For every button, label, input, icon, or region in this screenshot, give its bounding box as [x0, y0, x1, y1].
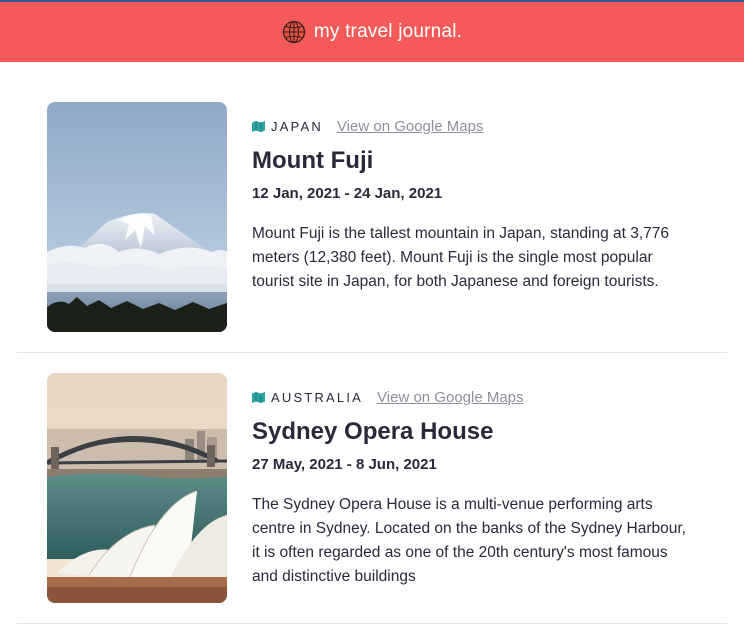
country-label: AUSTRALIA — [271, 389, 364, 405]
sydney-opera-house-image — [47, 373, 227, 603]
entry-divider — [17, 352, 727, 353]
google-maps-link[interactable]: View on Google Maps — [337, 118, 483, 135]
globe-icon — [282, 20, 306, 44]
location-row: AUSTRALIA View on Google Maps — [252, 387, 712, 407]
place-description: The Sydney Opera House is a multi-venue … — [252, 496, 686, 585]
travel-dates: 27 May, 2021 - 8 Jun, 2021 — [252, 456, 437, 473]
place-title: Mount Fuji — [252, 147, 374, 174]
mount-fuji-photo — [47, 102, 227, 332]
sydney-opera-house-photo — [47, 373, 227, 603]
app-title: my travel journal. — [313, 21, 463, 42]
entry-info: JAPAN View on Google Maps Mount Fuji 12 … — [252, 102, 712, 294]
map-icon — [252, 391, 265, 403]
entry-info: AUSTRALIA View on Google Maps Sydney Ope… — [252, 373, 712, 589]
app-header: my travel journal. — [0, 2, 744, 62]
place-title: Sydney Opera House — [252, 418, 494, 445]
location-row: JAPAN View on Google Maps — [252, 116, 712, 136]
place-description: Mount Fuji is the tallest mountain in Ja… — [252, 225, 670, 290]
google-maps-link[interactable]: View on Google Maps — [377, 389, 523, 406]
travel-dates: 12 Jan, 2021 - 24 Jan, 2021 — [252, 185, 443, 202]
entry-divider — [17, 623, 727, 624]
country-label: JAPAN — [271, 118, 323, 134]
map-icon — [252, 120, 265, 132]
mount-fuji-image — [47, 102, 227, 332]
